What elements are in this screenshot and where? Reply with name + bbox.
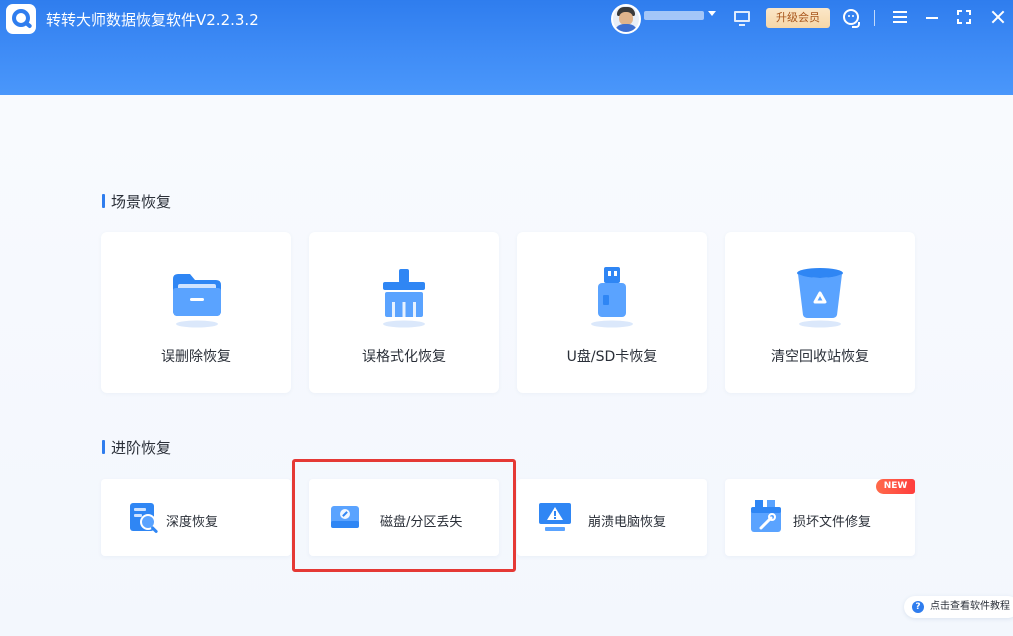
card-label: 损坏文件修复 xyxy=(793,515,872,530)
card-label: 崩溃电脑恢复 xyxy=(588,515,667,530)
crashed-computer-icon xyxy=(539,503,571,531)
app-logo-icon xyxy=(6,4,36,34)
card-label: 深度恢复 xyxy=(166,515,219,530)
titlebar-divider xyxy=(874,10,875,26)
app-title: 转转大师数据恢复软件V2.2.3.2 xyxy=(46,11,259,29)
username-redacted[interactable] xyxy=(644,11,704,20)
card-label: U盘/SD卡恢复 xyxy=(566,349,658,365)
new-badge: NEW xyxy=(876,479,915,494)
disk-icon xyxy=(331,506,359,528)
monitor-icon[interactable] xyxy=(734,11,750,26)
recycle-bin-icon xyxy=(797,268,843,328)
upgrade-vip-button[interactable]: 升级会员 xyxy=(766,8,830,28)
card-label: 误删除恢复 xyxy=(161,349,231,365)
section-title-scene: 场景恢复 xyxy=(102,191,171,212)
title-bar: 转转大师数据恢复软件V2.2.3.2 升级会员 xyxy=(0,0,1013,95)
card-deleted-recovery[interactable]: 误删除恢复 xyxy=(101,232,291,393)
maximize-icon[interactable] xyxy=(957,10,971,24)
card-label: 清空回收站恢复 xyxy=(771,349,869,365)
deep-scan-icon xyxy=(130,503,158,533)
card-usb-sd-recovery[interactable]: U盘/SD卡恢复 xyxy=(517,232,707,393)
folder-icon xyxy=(173,274,221,328)
broom-icon xyxy=(383,269,425,328)
customer-service-icon[interactable] xyxy=(843,9,860,28)
card-label: 误格式化恢复 xyxy=(362,349,446,365)
card-disk-partition-lost[interactable]: 磁盘/分区丢失 xyxy=(309,479,499,556)
card-deep-recovery[interactable]: 深度恢复 xyxy=(101,479,291,556)
close-icon[interactable] xyxy=(991,10,1005,24)
file-repair-icon xyxy=(751,500,781,532)
menu-icon[interactable] xyxy=(893,11,907,23)
minimize-icon[interactable] xyxy=(926,17,938,19)
help-question-icon: ? xyxy=(912,601,924,613)
user-avatar[interactable] xyxy=(611,4,641,34)
card-label: 磁盘/分区丢失 xyxy=(380,515,463,530)
card-crashed-computer-recovery[interactable]: 崩溃电脑恢复 xyxy=(517,479,707,556)
card-recycle-bin-recovery[interactable]: 清空回收站恢复 xyxy=(725,232,915,393)
section-title-advanced: 进阶恢复 xyxy=(102,437,171,458)
usb-drive-icon xyxy=(591,267,633,328)
account-dropdown-chevron-icon[interactable] xyxy=(708,11,716,16)
card-format-recovery[interactable]: 误格式化恢复 xyxy=(309,232,499,393)
